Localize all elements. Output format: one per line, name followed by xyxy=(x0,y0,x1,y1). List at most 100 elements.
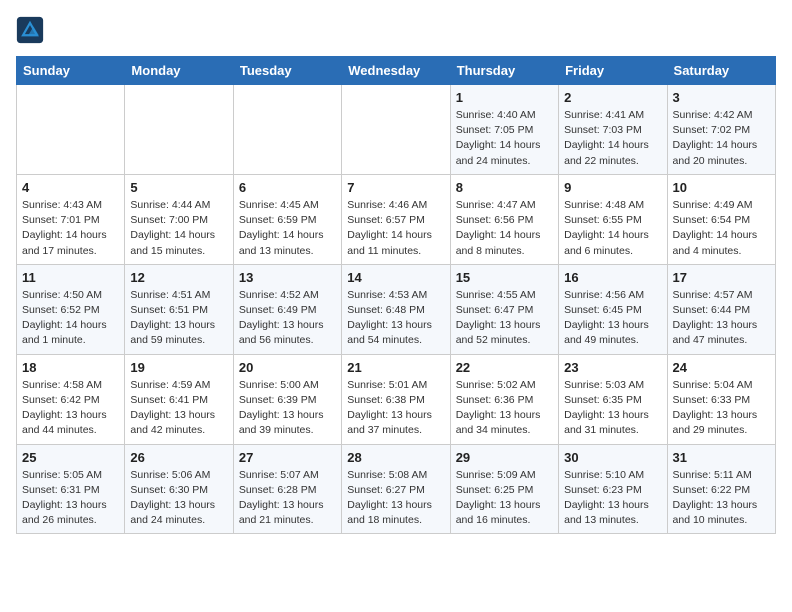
day-info: Sunrise: 4:48 AMSunset: 6:55 PMDaylight:… xyxy=(564,198,661,259)
calendar-cell: 27Sunrise: 5:07 AMSunset: 6:28 PMDayligh… xyxy=(233,444,341,534)
calendar-cell: 10 Sunrise: 4:49 AMSunset: 6:54 PMDayligh… xyxy=(667,174,775,264)
calendar-cell xyxy=(17,85,125,175)
header-monday: Monday xyxy=(125,57,233,85)
day-number: 7 xyxy=(347,180,444,195)
calendar-cell: 22Sunrise: 5:02 AMSunset: 6:36 PMDayligh… xyxy=(450,354,558,444)
day-info: Sunrise: 4:44 AMSunset: 7:00 PMDaylight:… xyxy=(130,198,227,259)
day-number: 11 xyxy=(22,270,119,285)
day-info: Sunrise: 4:49 AMSunset: 6:54 PMDaylight:… xyxy=(673,198,770,259)
day-info: Sunrise: 4:50 AMSunset: 6:52 PMDaylight:… xyxy=(22,288,119,349)
day-number: 2 xyxy=(564,90,661,105)
calendar-cell: 24 Sunrise: 5:04 AMSunset: 6:33 PMDayligh… xyxy=(667,354,775,444)
day-number: 18 xyxy=(22,360,119,375)
day-number: 25 xyxy=(22,450,119,465)
day-number: 20 xyxy=(239,360,336,375)
day-info: Sunrise: 5:11 AMSunset: 6:22 PMDaylight:… xyxy=(673,468,770,529)
day-info: Sunrise: 4:53 AMSunset: 6:48 PMDaylight:… xyxy=(347,288,444,349)
day-number: 1 xyxy=(456,90,553,105)
header-wednesday: Wednesday xyxy=(342,57,450,85)
day-number: 26 xyxy=(130,450,227,465)
day-info: Sunrise: 5:00 AMSunset: 6:39 PMDaylight:… xyxy=(239,378,336,439)
header-tuesday: Tuesday xyxy=(233,57,341,85)
day-info: Sunrise: 4:43 AMSunset: 7:01 PMDaylight:… xyxy=(22,198,119,259)
day-info: Sunrise: 4:52 AMSunset: 6:49 PMDaylight:… xyxy=(239,288,336,349)
day-info: Sunrise: 5:04 AMSunset: 6:33 PMDaylight:… xyxy=(673,378,770,439)
day-number: 5 xyxy=(130,180,227,195)
day-info: Sunrise: 4:41 AMSunset: 7:03 PMDaylight:… xyxy=(564,108,661,169)
day-number: 23 xyxy=(564,360,661,375)
day-info: Sunrise: 4:40 AMSunset: 7:05 PMDaylight:… xyxy=(456,108,553,169)
day-info: Sunrise: 5:08 AMSunset: 6:27 PMDaylight:… xyxy=(347,468,444,529)
calendar-cell: 30 Sunrise: 5:10 AMSunset: 6:23 PMDayligh… xyxy=(559,444,667,534)
day-info: Sunrise: 4:47 AMSunset: 6:56 PMDaylight:… xyxy=(456,198,553,259)
day-info: Sunrise: 4:55 AMSunset: 6:47 PMDaylight:… xyxy=(456,288,553,349)
calendar-cell: 18 Sunrise: 4:58 AMSunset: 6:42 PMDayligh… xyxy=(17,354,125,444)
day-number: 22 xyxy=(456,360,553,375)
day-number: 30 xyxy=(564,450,661,465)
calendar-cell: 17 Sunrise: 4:57 AMSunset: 6:44 PMDayligh… xyxy=(667,264,775,354)
day-number: 31 xyxy=(673,450,770,465)
day-number: 29 xyxy=(456,450,553,465)
day-number: 19 xyxy=(130,360,227,375)
calendar-week-1: 4 Sunrise: 4:43 AMSunset: 7:01 PMDaylight… xyxy=(17,174,776,264)
calendar-cell xyxy=(342,85,450,175)
day-number: 27 xyxy=(239,450,336,465)
calendar-week-0: 1 Sunrise: 4:40 AMSunset: 7:05 PMDaylight… xyxy=(17,85,776,175)
calendar-cell: 20 Sunrise: 5:00 AMSunset: 6:39 PMDayligh… xyxy=(233,354,341,444)
calendar-cell: 4 Sunrise: 4:43 AMSunset: 7:01 PMDaylight… xyxy=(17,174,125,264)
header-sunday: Sunday xyxy=(17,57,125,85)
calendar-cell: 14 Sunrise: 4:53 AMSunset: 6:48 PMDayligh… xyxy=(342,264,450,354)
header-thursday: Thursday xyxy=(450,57,558,85)
day-number: 10 xyxy=(673,180,770,195)
day-number: 21 xyxy=(347,360,444,375)
calendar-cell: 16Sunrise: 4:56 AMSunset: 6:45 PMDayligh… xyxy=(559,264,667,354)
page-header xyxy=(16,16,776,44)
calendar-cell: 9 Sunrise: 4:48 AMSunset: 6:55 PMDaylight… xyxy=(559,174,667,264)
calendar-cell: 15 Sunrise: 4:55 AMSunset: 6:47 PMDayligh… xyxy=(450,264,558,354)
day-number: 16 xyxy=(564,270,661,285)
day-info: Sunrise: 5:10 AMSunset: 6:23 PMDaylight:… xyxy=(564,468,661,529)
calendar-cell: 19 Sunrise: 4:59 AMSunset: 6:41 PMDayligh… xyxy=(125,354,233,444)
day-info: Sunrise: 4:51 AMSunset: 6:51 PMDaylight:… xyxy=(130,288,227,349)
calendar-cell: 12 Sunrise: 4:51 AMSunset: 6:51 PMDayligh… xyxy=(125,264,233,354)
calendar-cell xyxy=(125,85,233,175)
day-number: 8 xyxy=(456,180,553,195)
day-info: Sunrise: 4:57 AMSunset: 6:44 PMDaylight:… xyxy=(673,288,770,349)
calendar-cell: 1 Sunrise: 4:40 AMSunset: 7:05 PMDaylight… xyxy=(450,85,558,175)
calendar-week-4: 25 Sunrise: 5:05 AMSunset: 6:31 PMDayligh… xyxy=(17,444,776,534)
logo-icon xyxy=(16,16,44,44)
day-info: Sunrise: 5:05 AMSunset: 6:31 PMDaylight:… xyxy=(22,468,119,529)
day-info: Sunrise: 4:58 AMSunset: 6:42 PMDaylight:… xyxy=(22,378,119,439)
logo xyxy=(16,16,46,44)
calendar-cell: 23 Sunrise: 5:03 AMSunset: 6:35 PMDayligh… xyxy=(559,354,667,444)
calendar-cell: 7 Sunrise: 4:46 AMSunset: 6:57 PMDaylight… xyxy=(342,174,450,264)
day-info: Sunrise: 4:59 AMSunset: 6:41 PMDaylight:… xyxy=(130,378,227,439)
day-info: Sunrise: 4:45 AMSunset: 6:59 PMDaylight:… xyxy=(239,198,336,259)
calendar-cell: 31 Sunrise: 5:11 AMSunset: 6:22 PMDayligh… xyxy=(667,444,775,534)
calendar-table: SundayMondayTuesdayWednesdayThursdayFrid… xyxy=(16,56,776,534)
day-info: Sunrise: 4:46 AMSunset: 6:57 PMDaylight:… xyxy=(347,198,444,259)
day-number: 14 xyxy=(347,270,444,285)
day-number: 24 xyxy=(673,360,770,375)
calendar-cell: 28 Sunrise: 5:08 AMSunset: 6:27 PMDayligh… xyxy=(342,444,450,534)
calendar-cell: 6Sunrise: 4:45 AMSunset: 6:59 PMDaylight… xyxy=(233,174,341,264)
day-number: 17 xyxy=(673,270,770,285)
calendar-cell: 26 Sunrise: 5:06 AMSunset: 6:30 PMDayligh… xyxy=(125,444,233,534)
day-number: 28 xyxy=(347,450,444,465)
day-number: 15 xyxy=(456,270,553,285)
calendar-cell: 25 Sunrise: 5:05 AMSunset: 6:31 PMDayligh… xyxy=(17,444,125,534)
calendar-cell: 21 Sunrise: 5:01 AMSunset: 6:38 PMDayligh… xyxy=(342,354,450,444)
day-number: 3 xyxy=(673,90,770,105)
day-number: 12 xyxy=(130,270,227,285)
day-info: Sunrise: 5:01 AMSunset: 6:38 PMDaylight:… xyxy=(347,378,444,439)
day-number: 9 xyxy=(564,180,661,195)
day-info: Sunrise: 4:42 AMSunset: 7:02 PMDaylight:… xyxy=(673,108,770,169)
day-info: Sunrise: 5:03 AMSunset: 6:35 PMDaylight:… xyxy=(564,378,661,439)
calendar-cell: 13Sunrise: 4:52 AMSunset: 6:49 PMDayligh… xyxy=(233,264,341,354)
calendar-cell: 29 Sunrise: 5:09 AMSunset: 6:25 PMDayligh… xyxy=(450,444,558,534)
day-number: 4 xyxy=(22,180,119,195)
day-info: Sunrise: 5:06 AMSunset: 6:30 PMDaylight:… xyxy=(130,468,227,529)
day-info: Sunrise: 5:09 AMSunset: 6:25 PMDaylight:… xyxy=(456,468,553,529)
calendar-cell: 3 Sunrise: 4:42 AMSunset: 7:02 PMDaylight… xyxy=(667,85,775,175)
calendar-cell: 11 Sunrise: 4:50 AMSunset: 6:52 PMDayligh… xyxy=(17,264,125,354)
